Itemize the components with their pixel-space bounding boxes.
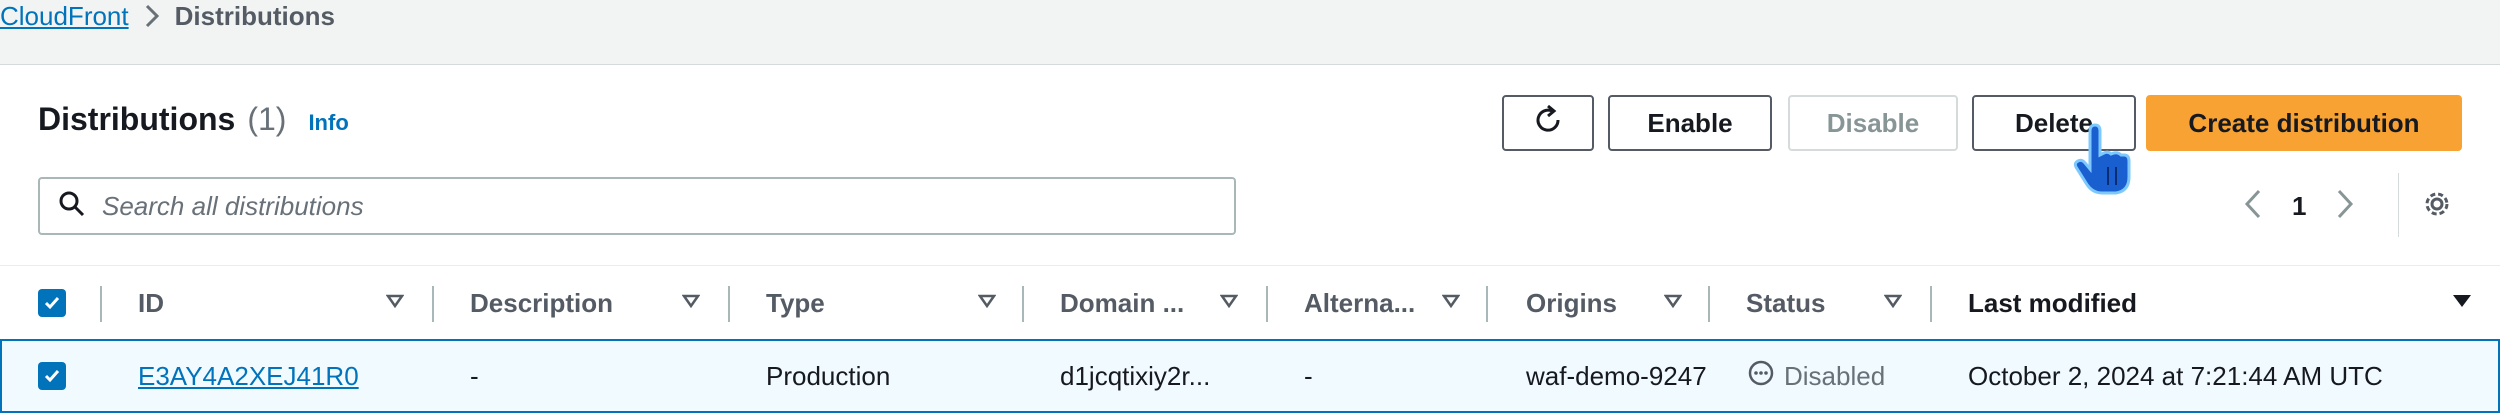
sort-down-icon[interactable] (1883, 294, 1903, 313)
column-header-domain[interactable]: Domain ... (1060, 266, 1184, 340)
sort-down-icon[interactable] (1441, 294, 1461, 313)
cell-id: E3AY4A2XEJ41R0 (138, 341, 359, 411)
sort-down-icon[interactable] (681, 294, 701, 313)
table-row[interactable]: E3AY4A2XEJ41R0 - Production d1jcqtixiy2r… (0, 339, 2500, 413)
create-distribution-button[interactable]: Create distribution (2146, 95, 2462, 151)
hand-pointer-icon (2068, 123, 2138, 204)
column-separator (728, 286, 730, 322)
ellipsis-circle-icon (1748, 360, 1774, 393)
sort-down-icon[interactable] (1219, 294, 1239, 313)
column-separator (1708, 286, 1710, 322)
column-header-origins[interactable]: Origins (1526, 266, 1617, 340)
chevron-right-icon[interactable] (2336, 188, 2354, 225)
cell-type: Production (766, 360, 891, 391)
column-separator (1266, 286, 1268, 322)
divider (2398, 173, 2399, 237)
breadcrumb-cloudfront-link[interactable]: CloudFront (0, 1, 129, 32)
column-header-type[interactable]: Type (766, 266, 825, 340)
breadcrumb-current: Distributions (174, 0, 335, 31)
gear-icon[interactable] (2420, 187, 2454, 226)
breadcrumb: CloudFront Distributions (0, 0, 335, 32)
refresh-button[interactable] (1502, 95, 1594, 151)
chevron-right-icon (145, 4, 159, 28)
column-header-status[interactable]: Status (1746, 266, 1825, 340)
sort-down-icon[interactable] (977, 294, 997, 313)
current-page[interactable]: 1 (2292, 191, 2306, 222)
sort-down-icon[interactable] (1663, 294, 1683, 313)
cell-domain: d1jcqtixiy2r... (1060, 360, 1211, 391)
column-separator (1486, 286, 1488, 322)
cell-status: Disabled (1748, 341, 1885, 411)
distribution-count: (1) (247, 101, 287, 137)
column-header-last-modified[interactable]: Last modified (1968, 266, 2137, 340)
distributions-panel: Distributions (1) Info Enable Disable De… (0, 64, 2500, 416)
cell-origins: waf-demo-9247 (1526, 360, 1707, 391)
row-checkbox[interactable] (38, 362, 66, 390)
sort-down-icon[interactable] (385, 294, 405, 313)
disable-button[interactable]: Disable (1788, 95, 1958, 151)
cell-alternate-domain: - (1304, 360, 1313, 391)
cell-last-modified: October 2, 2024 at 7:21:44 AM UTC (1968, 360, 2383, 391)
column-separator (432, 286, 434, 322)
refresh-icon (1531, 103, 1565, 144)
search-box[interactable] (38, 177, 1236, 235)
info-link[interactable]: Info (308, 110, 348, 136)
cell-description: - (470, 360, 479, 391)
status-text: Disabled (1784, 360, 1886, 391)
chevron-left-icon[interactable] (2244, 188, 2262, 225)
search-icon (58, 190, 86, 223)
column-separator (1022, 286, 1024, 322)
page-title: Distributions (1) Info (38, 101, 349, 138)
page-title-text: Distributions (38, 101, 236, 137)
column-header-id[interactable]: ID (138, 266, 164, 340)
distribution-id-link[interactable]: E3AY4A2XEJ41R0 (138, 361, 359, 392)
enable-button[interactable]: Enable (1608, 95, 1772, 151)
column-header-description[interactable]: Description (470, 266, 613, 340)
table-header: ID Description Type Domain ... Alterna..… (0, 265, 2500, 341)
column-separator (100, 286, 102, 322)
pagination: 1 (2244, 183, 2354, 229)
column-separator (1930, 286, 1932, 322)
search-input[interactable] (100, 189, 1204, 223)
column-header-alternate-domain[interactable]: Alterna... (1304, 266, 1415, 340)
sort-down-icon[interactable] (2452, 294, 2472, 313)
select-all-checkbox[interactable] (38, 289, 66, 317)
